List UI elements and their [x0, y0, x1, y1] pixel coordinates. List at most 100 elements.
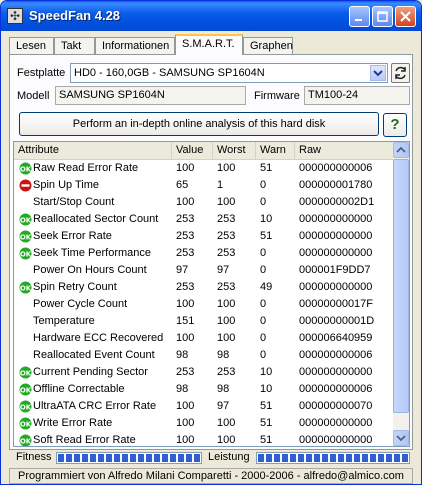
row-value: 100 [176, 417, 195, 429]
table-row[interactable]: OK Current Pending Sector 253 253 10 00000000… [14, 364, 394, 381]
fitness-meter [56, 452, 202, 464]
table-row[interactable]: OK Spin Retry Count 253 253 49 000000000000 [14, 279, 394, 296]
tab-takt[interactable]: Takt [54, 37, 95, 54]
table-row[interactable]: Spin Up Time 65 1 0 000000001780 [14, 177, 394, 194]
table-row[interactable]: Power On Hours Count 97 97 0 000001F9DD7 [14, 262, 394, 279]
table-row[interactable]: OK Offline Correctable 98 98 10 000000000006 [14, 381, 394, 398]
scroll-up-button[interactable] [393, 142, 409, 158]
no-status-icon [19, 264, 32, 277]
help-button[interactable]: ? [383, 113, 407, 137]
row-raw: 000000000000 [299, 434, 373, 446]
row-value: 100 [176, 434, 195, 446]
smart-attributes-table[interactable]: Attribute Value Worst Warn Raw OK Raw Rea… [13, 141, 410, 447]
row-worst: 98 [217, 349, 230, 361]
vertical-scrollbar[interactable] [393, 142, 409, 446]
table-row[interactable]: OK Write Error Rate 100 100 51 000000000000 [14, 415, 394, 432]
title-bar[interactable]: ✣ SpeedFan 4.28 [1, 1, 421, 31]
row-attribute: Raw Read Error Rate [33, 162, 139, 174]
ok-icon: OK [19, 213, 32, 226]
close-button[interactable] [395, 6, 416, 27]
row-worst: 253 [217, 281, 236, 293]
svg-text:OK: OK [20, 403, 32, 411]
row-raw: 000006640959 [299, 332, 373, 344]
row-raw: 000000000000 [299, 230, 373, 242]
online-analysis-button[interactable]: Perform an in-depth online analysis of t… [19, 112, 379, 136]
row-worst: 253 [217, 230, 236, 242]
col-value[interactable]: Value [172, 142, 213, 159]
maximize-button[interactable] [372, 6, 393, 27]
meters-row: Fitness Leistung [9, 451, 413, 466]
table-row[interactable]: OK Raw Read Error Rate 100 100 51 00000000000… [14, 160, 394, 177]
row-attribute: Seek Time Performance [33, 247, 151, 259]
ok-icon: OK [19, 400, 32, 413]
close-icon [400, 11, 411, 22]
row-raw: 000000000006 [299, 349, 373, 361]
scroll-thumb[interactable] [393, 159, 409, 413]
row-raw: 000000000006 [299, 162, 373, 174]
firmware-field[interactable]: TM100-24 [304, 86, 410, 105]
chevron-down-icon [396, 435, 406, 442]
table-row[interactable]: Power Cycle Count 100 100 0 00000000017F [14, 296, 394, 313]
table-row[interactable]: OK Seek Time Performance 253 253 0 0000000000… [14, 245, 394, 262]
col-raw[interactable]: Raw [295, 142, 394, 159]
svg-text:OK: OK [20, 386, 32, 394]
svg-text:OK: OK [20, 165, 32, 173]
model-field[interactable]: SAMSUNG SP1604N [55, 86, 246, 105]
table-row[interactable]: Reallocated Event Count 98 98 0 000000000006 [14, 347, 394, 364]
tab-smart[interactable]: S.M.A.R.T. [175, 34, 243, 55]
row-value: 100 [176, 332, 195, 344]
tab-informationen[interactable]: Informationen [95, 37, 175, 54]
row-attribute: Temperature [33, 315, 95, 327]
dropdown-arrow-icon[interactable] [370, 65, 386, 81]
row-attribute: Write Error Rate [33, 417, 113, 429]
scroll-down-button[interactable] [393, 430, 409, 446]
disk-select[interactable]: HD0 - 160,0GB - SAMSUNG SP1604N [70, 63, 388, 83]
minimize-button[interactable] [349, 6, 370, 27]
row-warn: 51 [260, 162, 273, 174]
row-raw: 00000000017F [299, 298, 374, 310]
ok-icon: OK [19, 383, 32, 396]
table-row[interactable]: Hardware ECC Recovered 100 100 0 00000664095… [14, 330, 394, 347]
no-status-icon [19, 196, 32, 209]
row-warn: 0 [260, 332, 267, 344]
row-worst: 100 [217, 434, 236, 446]
svg-text:OK: OK [20, 420, 32, 428]
table-row[interactable]: OK UltraATA CRC Error Rate 100 97 51 00000000… [14, 398, 394, 415]
no-status-icon [19, 315, 32, 328]
row-worst: 98 [217, 383, 230, 395]
table-row[interactable]: Temperature 151 100 0 00000000001D [14, 313, 394, 330]
ok-icon: OK [19, 162, 32, 175]
no-status-icon [19, 332, 32, 345]
no-status-icon [19, 298, 32, 311]
row-value: 253 [176, 230, 195, 242]
row-value: 100 [176, 298, 195, 310]
table-row[interactable]: OK Soft Read Error Rate 100 100 51 0000000000… [14, 432, 394, 446]
row-value: 100 [176, 400, 195, 412]
fan-icon[interactable]: ✣ [7, 8, 23, 24]
svg-text:OK: OK [20, 250, 32, 258]
ok-icon: OK [19, 281, 32, 294]
tab-lesen[interactable]: Lesen [9, 37, 54, 54]
warning-icon [19, 179, 32, 192]
tab-graphen[interactable]: Graphen [243, 37, 293, 54]
ok-icon: OK [19, 434, 32, 446]
col-attribute[interactable]: Attribute [14, 142, 172, 159]
minimize-icon [355, 19, 362, 21]
table-row[interactable]: Start/Stop Count 100 100 0 0000000002D1 [14, 194, 394, 211]
ok-icon: OK [19, 247, 32, 260]
smart-panel: Festplatte HD0 - 160,0GB - SAMSUNG SP160… [9, 54, 413, 450]
col-warn[interactable]: Warn [256, 142, 295, 159]
refresh-button[interactable] [391, 63, 410, 83]
col-worst[interactable]: Worst [213, 142, 256, 159]
row-raw: 000001F9DD7 [299, 264, 371, 276]
table-row[interactable]: OK Reallocated Sector Count 253 253 10 000000… [14, 211, 394, 228]
row-raw: 000000000006 [299, 383, 373, 395]
row-raw: 00000000001D [299, 315, 375, 327]
row-warn: 0 [260, 179, 267, 191]
row-value: 65 [176, 179, 189, 191]
window-title: SpeedFan 4.28 [29, 8, 121, 23]
row-value: 253 [176, 247, 195, 259]
row-warn: 49 [260, 281, 273, 293]
table-row[interactable]: OK Seek Error Rate 253 253 51 000000000000 [14, 228, 394, 245]
row-value: 98 [176, 349, 189, 361]
